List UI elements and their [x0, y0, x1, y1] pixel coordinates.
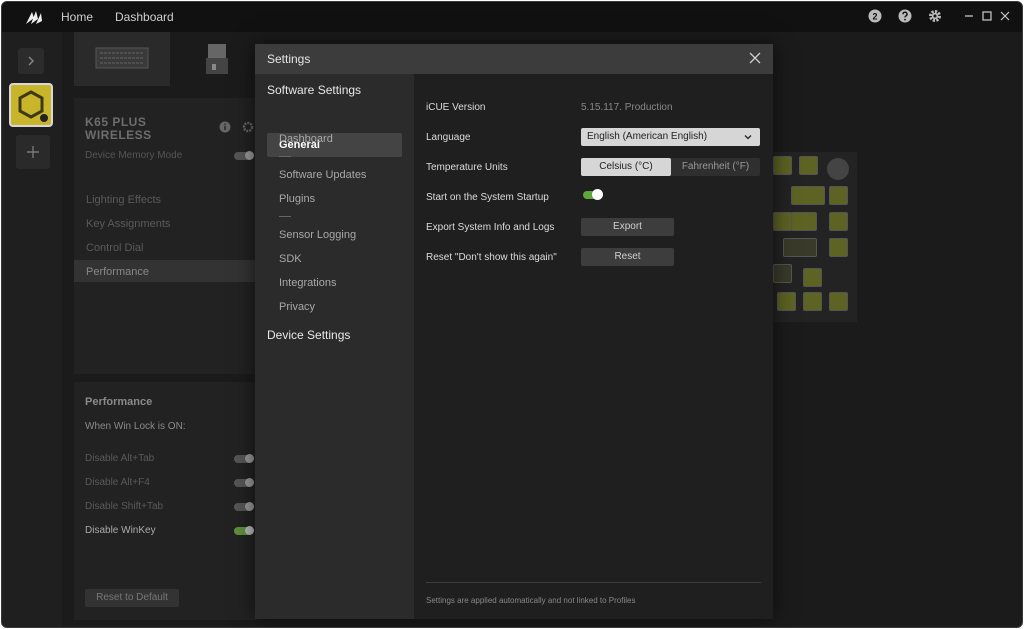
menu-key-assignments[interactable]: Key Assignments: [86, 218, 170, 230]
key: [829, 212, 848, 231]
device-hex-icon: [18, 90, 48, 122]
device-name: K65 PLUS WIRELESS: [85, 115, 152, 142]
option-disable-winkey: Disable WinKey: [85, 525, 156, 536]
toggle-disable-alt-f4[interactable]: [234, 478, 254, 487]
key: [791, 212, 817, 231]
gear-icon[interactable]: [928, 9, 942, 23]
nav-home-link[interactable]: Home: [61, 10, 93, 24]
plus-icon: [27, 146, 39, 158]
nav-item-integrations[interactable]: Integrations: [279, 277, 336, 289]
keyboard-preview-image: [773, 152, 857, 322]
expand-rail-button[interactable]: [18, 48, 44, 74]
performance-title: Performance: [85, 396, 153, 408]
nav-divider: [279, 156, 291, 157]
key: [777, 292, 796, 311]
title-bar: Home Dashboard 2: [2, 2, 1022, 32]
settings-dialog: Settings Software Settings General Dashb…: [255, 44, 773, 619]
toggle-disable-shift-tab[interactable]: [234, 502, 254, 511]
language-label: Language: [426, 132, 471, 143]
language-select[interactable]: English (American English): [581, 128, 760, 146]
general-settings-body: iCUE Version 5.15.117. Production Langua…: [414, 74, 773, 619]
temperature-units-toggle: Celsius (°C) Fahrenheit (°F): [581, 158, 760, 176]
nav-dashboard-link[interactable]: Dashboard: [115, 10, 174, 24]
temperature-units-label: Temperature Units: [426, 162, 508, 173]
icue-version-label: iCUE Version: [426, 102, 486, 113]
nav-device-settings[interactable]: Device Settings: [267, 328, 350, 342]
key: [829, 186, 848, 205]
device-tile-k65[interactable]: [9, 83, 53, 127]
nav-item-software-updates[interactable]: Software Updates: [279, 169, 366, 181]
device-panel: K65 PLUS WIRELESS Device Memory Mode Lig…: [74, 98, 256, 374]
corsair-logo-icon: [26, 11, 42, 24]
language-select-value: English (American English): [587, 131, 708, 142]
nav-item-sdk[interactable]: SDK: [279, 253, 302, 265]
add-device-button[interactable]: [16, 135, 50, 169]
export-label: Export System Info and Logs: [426, 222, 555, 233]
settings-dialog-title: Settings: [267, 52, 311, 66]
startup-toggle[interactable]: [583, 189, 603, 200]
export-button[interactable]: Export: [581, 218, 674, 236]
option-disable-alt-f4: Disable Alt+F4: [85, 477, 150, 488]
key: [773, 264, 792, 283]
help-icon[interactable]: [898, 9, 912, 23]
footer-divider: [426, 582, 761, 583]
option-disable-shift-tab: Disable Shift+Tab: [85, 501, 164, 512]
usb-dongle-icon[interactable]: [205, 42, 229, 76]
reset-prompts-label: Reset "Don't show this again": [426, 252, 557, 263]
celsius-option[interactable]: Celsius (°C): [581, 158, 671, 176]
maximize-icon[interactable]: [980, 9, 994, 23]
device-rail: [2, 32, 62, 627]
reset-to-default-button[interactable]: Reset to Default: [85, 589, 179, 607]
device-memory-mode-toggle[interactable]: [234, 151, 254, 160]
settings-dialog-header: Settings: [255, 44, 773, 74]
key: [783, 238, 817, 257]
performance-subtitle: When Win Lock is ON:: [85, 421, 186, 432]
notification-count: 2: [872, 12, 877, 22]
key: [773, 156, 792, 175]
chevron-down-icon: [744, 135, 752, 140]
nav-item-sensor-logging[interactable]: Sensor Logging: [279, 229, 356, 241]
menu-control-dial[interactable]: Control Dial: [86, 242, 143, 254]
key: [803, 268, 822, 287]
close-icon[interactable]: [998, 9, 1012, 23]
keyboard-icon: [95, 47, 149, 69]
icue-window: Home Dashboard 2 K65 PLUS WIRELESS Devic…: [1, 1, 1023, 628]
nav-item-privacy[interactable]: Privacy: [279, 301, 315, 313]
dialog-close-icon[interactable]: [749, 52, 761, 64]
key: [773, 212, 792, 231]
fahrenheit-option[interactable]: Fahrenheit (°F): [671, 158, 760, 176]
nav-item-plugins[interactable]: Plugins: [279, 193, 315, 205]
nav-divider: [279, 216, 291, 217]
menu-lighting-effects[interactable]: Lighting Effects: [86, 194, 161, 206]
icue-version-value: 5.15.117. Production: [581, 102, 673, 113]
startup-label: Start on the System Startup: [426, 192, 549, 203]
performance-panel: Performance When Win Lock is ON: Disable…: [74, 382, 256, 620]
footer-note: Settings are applied automatically and n…: [426, 596, 636, 605]
key: [799, 156, 818, 175]
minimize-icon[interactable]: [962, 9, 976, 23]
key: [803, 292, 822, 311]
device-thumbnail-keyboard[interactable]: [74, 32, 170, 86]
toggle-disable-winkey[interactable]: [234, 526, 254, 535]
option-disable-alt-tab: Disable Alt+Tab: [85, 453, 155, 464]
info-icon[interactable]: [219, 121, 231, 133]
reset-button[interactable]: Reset: [581, 248, 674, 266]
nav-item-dashboard[interactable]: Dashboard: [279, 133, 333, 145]
device-settings-gear-icon[interactable]: [242, 121, 254, 133]
control-dial-knob: [827, 158, 849, 180]
chevron-right-icon: [28, 56, 34, 66]
menu-performance[interactable]: Performance: [86, 266, 149, 278]
device-memory-mode-label: Device Memory Mode: [85, 150, 183, 161]
notifications-icon[interactable]: 2: [868, 9, 882, 23]
toggle-disable-alt-tab[interactable]: [234, 454, 254, 463]
nav-software-settings[interactable]: Software Settings: [267, 83, 361, 97]
key: [791, 186, 825, 205]
key: [829, 238, 848, 257]
settings-nav: Software Settings General Dashboard Soft…: [255, 74, 414, 619]
key: [829, 292, 848, 311]
